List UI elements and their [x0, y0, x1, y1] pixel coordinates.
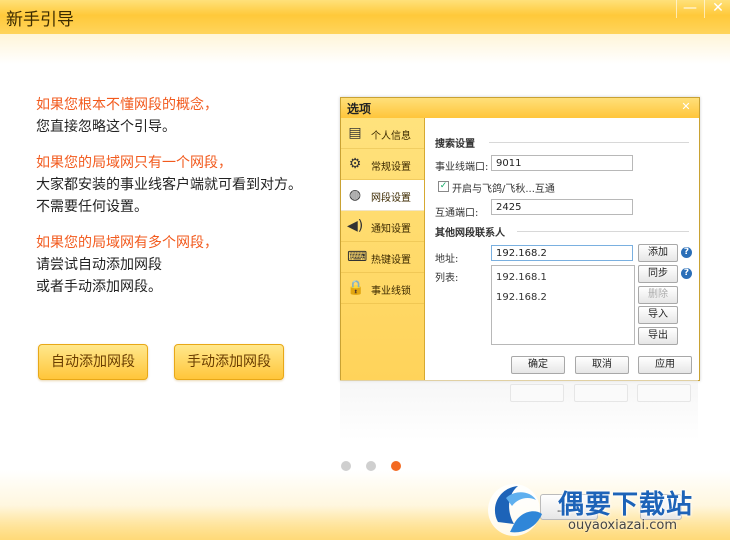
watermark-text: 偶要下载站	[558, 490, 694, 520]
guide-line: 或者手动添加网段。	[36, 279, 162, 295]
list-item[interactable]: 192.168.2	[496, 292, 547, 303]
guide-line: 不需要任何设置。	[36, 199, 148, 215]
page-dot-2[interactable]	[366, 461, 376, 471]
dialog-close-icon[interactable]: ✕	[677, 99, 695, 115]
dialog-title-bar: 选项 ✕	[341, 98, 699, 118]
page-dot-3-active[interactable]	[391, 461, 401, 471]
speaker-icon: ◀)	[347, 218, 364, 234]
dialog-title: 选项	[347, 102, 372, 116]
interop-port-input[interactable]: 2425	[491, 199, 633, 215]
interop-port-label: 互通端口:	[435, 208, 479, 219]
watermark: 偶要下载站 ouyaoxiazai.com	[484, 478, 730, 540]
guide-line: 如果您根本不懂网段的概念，	[36, 97, 218, 113]
keyboard-icon: ⌨	[347, 249, 368, 265]
globe-icon: ◍	[348, 187, 362, 203]
guide-line: 您直接忽略这个引导。	[36, 119, 176, 135]
sidebar-item-label: 网段设置	[371, 193, 411, 204]
auto-add-segment-button[interactable]: 自动添加网段	[38, 344, 148, 380]
sync-button[interactable]: 同步	[638, 265, 678, 283]
help-icon[interactable]: ?	[681, 247, 692, 258]
contacts-heading: 其他网段联系人	[435, 228, 505, 239]
sidebar-item-notifications[interactable]: ◀) 通知设置	[341, 211, 424, 242]
manual-add-segment-button[interactable]: 手动添加网段	[174, 344, 284, 380]
help-icon[interactable]: ?	[681, 268, 692, 279]
guide-line: 如果您的局域网只有一个网段，	[36, 155, 232, 171]
interop-checkbox[interactable]: ✓	[438, 181, 449, 192]
lock-icon: 🔒	[347, 280, 365, 296]
watermark-url: ouyaoxiazai.com	[568, 518, 677, 533]
options-sidebar: ▤ 个人信息 ⚙ 常规设置 ◍ 网段设置 ◀) 通知设置 ⌨ 热键设置 🔒 事业…	[341, 118, 425, 380]
id-card-icon: ▤	[348, 125, 362, 141]
sidebar-item-personal-info[interactable]: ▤ 个人信息	[341, 118, 424, 149]
gear-icon: ⚙	[348, 156, 362, 172]
segment-list[interactable]: 192.168.1 192.168.2	[491, 265, 635, 345]
delete-button[interactable]: 删除	[638, 286, 678, 304]
close-button[interactable]: ✕	[704, 0, 730, 18]
apply-button[interactable]: 应用	[638, 356, 692, 374]
cancel-button[interactable]: 取消	[575, 356, 629, 374]
search-settings-heading: 搜索设置	[435, 139, 475, 150]
page-dot-1[interactable]	[341, 461, 351, 471]
sidebar-item-label: 常规设置	[371, 162, 411, 173]
sidebar-item-label: 事业线锁	[371, 286, 411, 297]
interop-checkbox-label: 开启与飞鸽/飞秋...互通	[452, 184, 555, 195]
address-label: 地址:	[435, 254, 459, 265]
guide-line: 大家都安装的事业线客户端就可看到对方。	[36, 177, 302, 193]
window-title: 新手引导	[6, 10, 74, 30]
title-bar: 新手引导 — ✕	[0, 0, 730, 34]
header-glow	[0, 34, 730, 64]
sidebar-item-label: 通知设置	[371, 224, 411, 235]
import-button[interactable]: 导入	[638, 306, 678, 324]
list-item[interactable]: 192.168.1	[496, 272, 547, 283]
guide-line: 如果您的局域网有多个网段，	[36, 235, 218, 251]
sidebar-item-lock[interactable]: 🔒 事业线锁	[341, 273, 424, 304]
options-dialog: 选项 ✕ ▤ 个人信息 ⚙ 常规设置 ◍ 网段设置 ◀) 通知设置 ⌨ 热键设置…	[340, 97, 700, 381]
sidebar-item-network-segment[interactable]: ◍ 网段设置	[341, 180, 424, 211]
port-input[interactable]: 9011	[491, 155, 633, 171]
add-button[interactable]: 添加	[638, 244, 678, 262]
guide-line: 请尝试自动添加网段	[36, 257, 162, 273]
section-divider	[517, 231, 689, 232]
address-input[interactable]: 192.168.2	[491, 245, 633, 261]
guide-text: 如果您根本不懂网段的概念， 您直接忽略这个引导。 如果您的局域网只有一个网段， …	[36, 94, 302, 298]
dialog-reflection	[340, 380, 698, 440]
sidebar-item-general[interactable]: ⚙ 常规设置	[341, 149, 424, 180]
sidebar-item-label: 热键设置	[371, 255, 411, 266]
minimize-button[interactable]: —	[676, 0, 703, 18]
export-button[interactable]: 导出	[638, 327, 678, 345]
list-label: 列表:	[435, 273, 459, 284]
port-label: 事业线端口:	[435, 162, 489, 173]
ok-button[interactable]: 确定	[511, 356, 565, 374]
watermark-logo-icon	[488, 484, 542, 536]
section-divider	[489, 142, 689, 143]
sidebar-item-hotkeys[interactable]: ⌨ 热键设置	[341, 242, 424, 273]
sidebar-item-label: 个人信息	[371, 131, 411, 142]
